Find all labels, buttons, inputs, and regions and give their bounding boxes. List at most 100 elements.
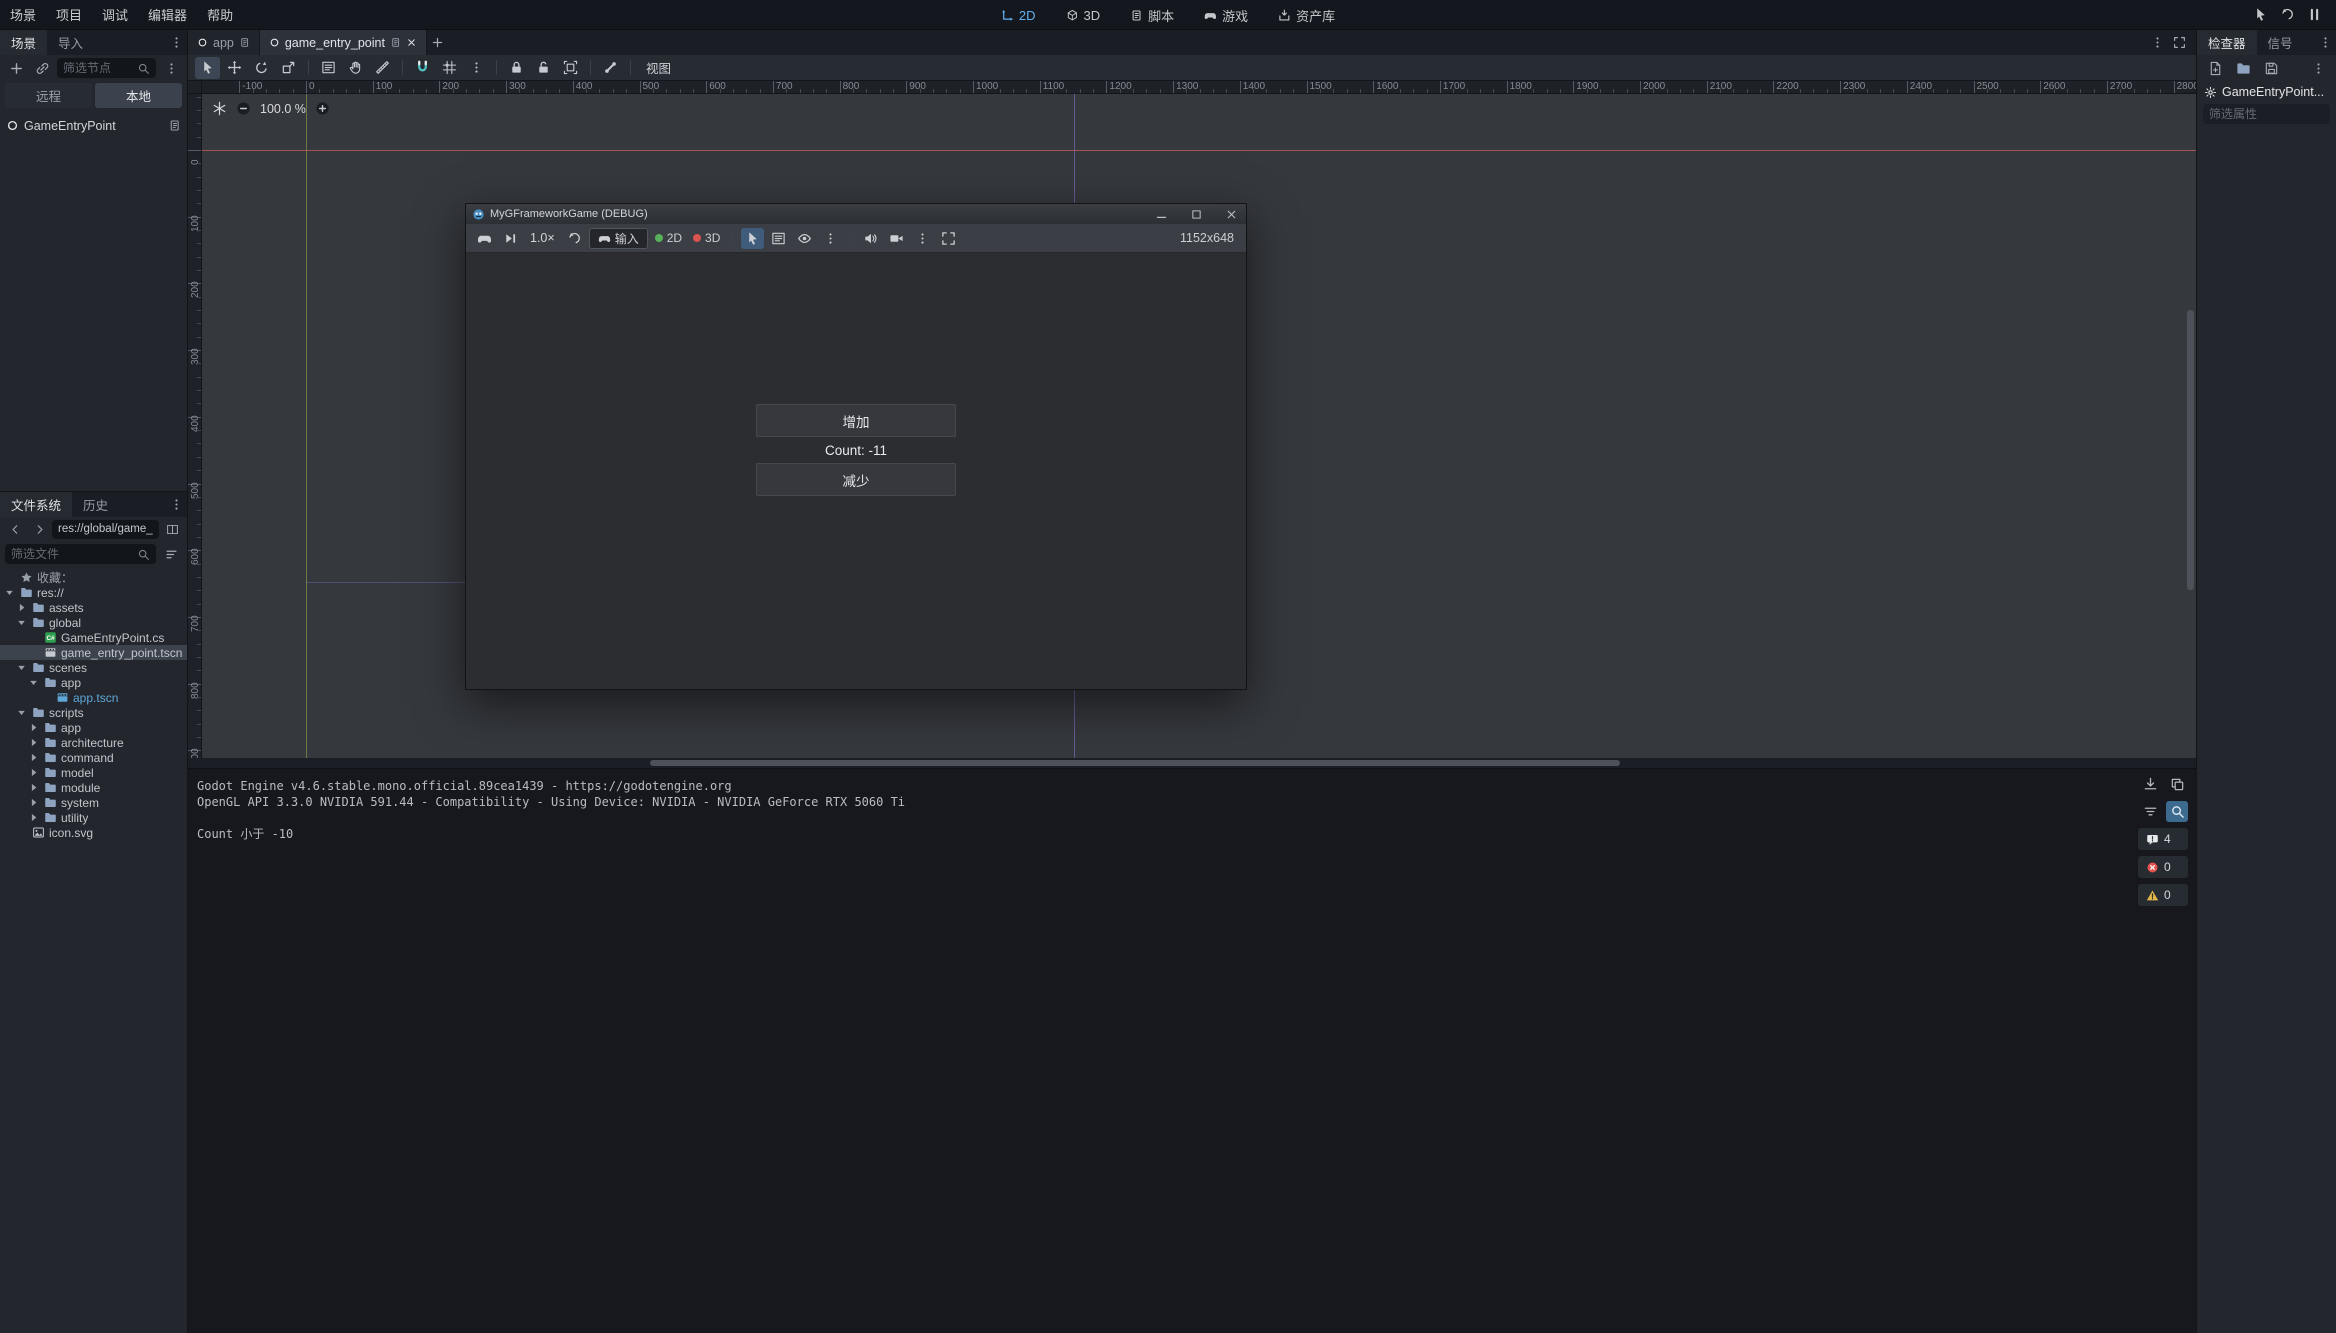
reset-time-scale-button[interactable] [563,228,586,249]
list-select-button[interactable] [316,57,341,79]
filesystem-dock-menu-icon[interactable] [165,492,187,517]
close-tab-icon[interactable] [406,37,417,48]
clear-output-icon[interactable] [2139,774,2161,795]
fs-item-app-folder[interactable]: app [0,675,187,690]
fs-item-game-entry-point-tscn[interactable]: game_entry_point.tscn [0,645,187,660]
property-filter-input[interactable] [2209,107,2324,121]
zoom-percent-button[interactable]: 100.0 % [260,102,306,116]
2d-canvas[interactable]: 100.0 % MyGFrameworkGame (DEBUG) [202,94,2196,758]
file-sort-icon[interactable] [160,548,182,561]
game-window[interactable]: MyGFrameworkGame (DEBUG) 1.0× 输入 [465,203,1247,690]
game-visibility-button[interactable] [793,228,816,249]
fs-item-module[interactable]: module [0,780,187,795]
distraction-free-icon[interactable] [2168,30,2190,55]
interact-cursor-icon[interactable] [2253,7,2268,22]
game-select-mode-button[interactable] [741,228,764,249]
script-icon[interactable] [390,37,401,48]
fs-item-architecture[interactable]: architecture [0,735,187,750]
move-tool-button[interactable] [222,57,247,79]
grid-snap-button[interactable] [437,57,462,79]
expander-closed-icon[interactable] [27,766,40,779]
camera-3d-button[interactable]: 3D [689,228,724,249]
window-maximize-button[interactable] [1181,204,1211,224]
file-filter-field[interactable] [5,544,156,564]
attached-script-icon[interactable] [168,119,181,132]
fs-item-gameentrypoint-cs[interactable]: GameEntryPoint.cs [0,630,187,645]
scene-tree-menu-icon[interactable] [160,62,182,75]
expander-closed-icon[interactable] [27,751,40,764]
current-path-input[interactable] [58,523,153,535]
local-button[interactable]: 本地 [95,83,182,108]
zoom-in-icon[interactable] [315,101,330,116]
workspace-assetlib-button[interactable]: 资产库 [1270,3,1343,28]
window-minimize-button[interactable] [1146,204,1176,224]
expander-open-icon[interactable] [15,706,28,719]
menu-scene[interactable]: 场景 [0,1,46,28]
fs-item-scenes[interactable]: scenes [0,660,187,675]
scene-dock-menu-icon[interactable] [165,30,187,55]
scrollbar-thumb[interactable] [650,760,1620,766]
tab-filesystem[interactable]: 文件系统 [0,492,72,517]
canvas-horizontal-scrollbar[interactable] [188,758,2196,768]
select-tool-button[interactable] [195,57,220,79]
fs-item-res[interactable]: res:// [0,585,187,600]
rotate-tool-button[interactable] [249,57,274,79]
scene-tab-game-entry-point[interactable]: game_entry_point [260,30,427,55]
fs-item-utility[interactable]: utility [0,810,187,825]
new-scene-tab-button[interactable] [427,30,449,55]
fs-item-scripts-app[interactable]: app [0,720,187,735]
fs-item-system[interactable]: system [0,795,187,810]
game-select-menu-icon[interactable] [819,228,842,249]
menu-debug[interactable]: 调试 [92,1,138,28]
smart-snap-button[interactable] [410,57,435,79]
tab-import[interactable]: 导入 [47,30,94,55]
resource-options-menu-icon[interactable] [2307,62,2329,75]
expander-closed-icon[interactable] [27,781,40,794]
fs-item-model[interactable]: model [0,765,187,780]
lock-button[interactable] [504,57,529,79]
copy-output-icon[interactable] [2166,774,2188,795]
expander-closed-icon[interactable] [27,721,40,734]
window-close-button[interactable] [1216,204,1246,224]
workspace-script-button[interactable]: 脚本 [1122,3,1182,28]
snap-options-menu-icon[interactable] [464,57,489,79]
expander-open-icon[interactable] [3,586,16,599]
scene-filter-field[interactable] [57,58,156,78]
new-resource-icon[interactable] [2204,61,2226,76]
center-view-icon[interactable] [212,101,227,116]
fs-item-command[interactable]: command [0,750,187,765]
menu-project[interactable]: 项目 [46,1,92,28]
workspace-2d-button[interactable]: 2D [993,5,1044,26]
expander-closed-icon[interactable] [27,811,40,824]
tab-signals[interactable]: 信号 [2257,30,2304,55]
script-icon[interactable] [239,37,250,48]
restart-game-icon[interactable] [2280,7,2295,22]
scene-tree-node-gameentrypoint[interactable]: GameEntryPoint [0,116,187,135]
property-filter-field[interactable] [2203,104,2330,124]
fs-item-assets[interactable]: assets [0,600,187,615]
workspace-game-button[interactable]: 游戏 [1196,3,1256,28]
fs-favorites[interactable]: 收藏： [0,570,187,585]
fs-item-icon-svg[interactable]: icon.svg [0,825,187,840]
nav-forward-icon[interactable] [28,523,50,536]
fs-item-global[interactable]: global [0,615,187,630]
fs-item-scripts[interactable]: scripts [0,705,187,720]
expander-open-icon[interactable] [27,676,40,689]
scene-tab-app[interactable]: app [188,30,260,55]
fs-item-app-tscn[interactable]: app.tscn [0,690,187,705]
expander-closed-icon[interactable] [15,601,28,614]
zoom-out-icon[interactable] [236,101,251,116]
current-path-field[interactable] [52,520,159,539]
nav-back-icon[interactable] [4,523,26,536]
game-window-titlebar[interactable]: MyGFrameworkGame (DEBUG) [466,204,1246,224]
tab-inspector[interactable]: 检查器 [2197,30,2257,55]
inspector-dock-menu-icon[interactable] [2314,30,2336,55]
expander-closed-icon[interactable] [27,736,40,749]
time-scale-label[interactable]: 1.0× [525,231,560,245]
file-filter-input[interactable] [11,547,133,561]
group-button[interactable] [558,57,583,79]
expander-closed-icon[interactable] [27,796,40,809]
game-screenshot-button[interactable] [885,228,908,249]
suspend-game-button[interactable] [473,228,496,249]
remote-button[interactable]: 远程 [5,83,92,108]
